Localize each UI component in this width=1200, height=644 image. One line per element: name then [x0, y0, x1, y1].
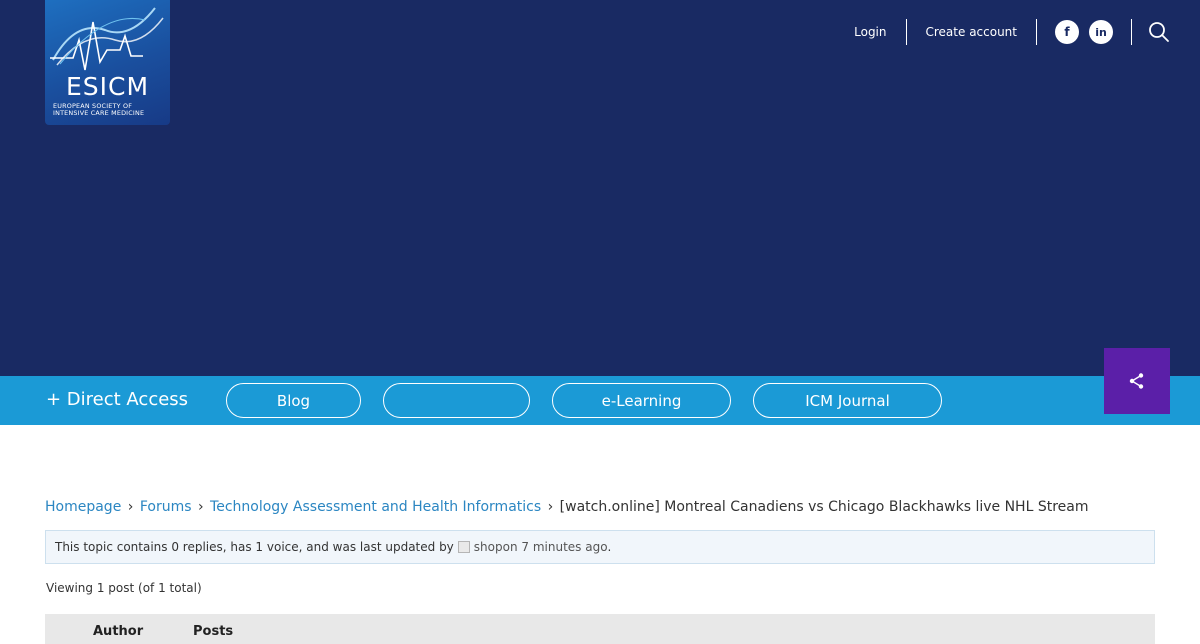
topic-freshness-link[interactable]: 7 minutes ago — [521, 540, 607, 554]
column-author-header: Author — [93, 624, 144, 639]
topic-info-suffix: . — [607, 540, 612, 554]
hero-banner — [0, 0, 1200, 376]
column-posts-header: Posts — [193, 624, 234, 639]
breadcrumb-forums-link[interactable]: Forums — [140, 499, 192, 515]
posts-table-header: Author Posts — [45, 614, 1155, 644]
logo-subtitle: EUROPEAN SOCIETY OF INTENSIVE CARE MEDIC… — [53, 103, 165, 117]
facebook-icon[interactable]: f — [1055, 20, 1079, 44]
user-avatar-icon[interactable] — [457, 541, 470, 553]
nav-divider — [1036, 19, 1037, 45]
breadcrumb: Homepage › Forums › Technology Assessmen… — [45, 499, 1088, 515]
linkedin-icon[interactable]: in — [1089, 20, 1113, 44]
login-link[interactable]: Login — [835, 25, 905, 39]
search-icon[interactable] — [1148, 21, 1170, 43]
quicknav-blog-button[interactable]: Blog — [226, 383, 361, 418]
breadcrumb-current-topic: [watch.online] Montreal Canadiens vs Chi… — [559, 499, 1089, 515]
nav-divider — [1131, 19, 1132, 45]
breadcrumb-separator: › — [197, 499, 204, 515]
pagination-count: Viewing 1 post (of 1 total) — [46, 581, 202, 595]
esicm-logo[interactable]: ESICM EUROPEAN SOCIETY OF INTENSIVE CARE… — [45, 0, 170, 125]
quicknav-empty-button[interactable] — [383, 383, 530, 418]
share-icon — [1129, 373, 1144, 389]
logo-subtitle-line2: INTENSIVE CARE MEDICINE — [53, 109, 145, 117]
breadcrumb-separator: › — [127, 499, 134, 515]
topic-author-link[interactable]: shopon — [474, 540, 518, 554]
logo-wordmark: ESICM — [65, 72, 150, 101]
topic-info-notice: This topic contains 0 replies, has 1 voi… — [45, 530, 1155, 564]
topic-info-text: This topic contains 0 replies, has 1 voi… — [55, 540, 454, 554]
quicknav-icm-journal-button[interactable]: ICM Journal — [753, 383, 942, 418]
breadcrumb-separator: › — [547, 499, 554, 515]
breadcrumb-category-link[interactable]: Technology Assessment and Health Informa… — [210, 499, 541, 515]
direct-access-toggle[interactable]: + Direct Access — [46, 389, 188, 410]
breadcrumb-home-link[interactable]: Homepage — [45, 499, 121, 515]
quicknav-elearning-button[interactable]: e-Learning — [552, 383, 731, 418]
create-account-link[interactable]: Create account — [907, 25, 1037, 39]
share-button[interactable] — [1104, 348, 1170, 414]
top-navigation: Login Create account f in — [835, 18, 1170, 46]
